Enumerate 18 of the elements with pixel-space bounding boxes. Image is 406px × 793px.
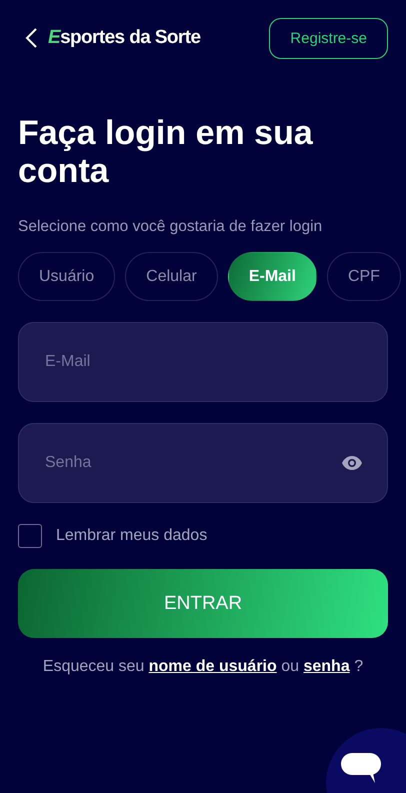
remember-label: Lembrar meus dados [56,527,208,545]
subtitle: Selecione como você gostaria de fazer login [18,218,324,236]
page-title: Faça login em sua conta [18,114,314,190]
password-link[interactable]: senha [303,658,350,675]
login-method-tab[interactable]: E-Mail [228,252,317,301]
username-link[interactable]: nome de usuário [148,658,277,675]
login-method-tab[interactable]: Usuário [18,252,116,301]
login-method-tab[interactable]: Celular [125,252,218,301]
eye-icon[interactable] [341,455,363,471]
login-method-tab[interactable]: CPF [326,252,401,301]
forgot-credentials-text: Esqueceu seu nome de usuário ou senha ? [42,658,364,676]
remember-checkbox[interactable] [18,524,42,548]
login-button[interactable]: ENTRAR [18,569,388,638]
password-field[interactable]: Senha [43,453,341,473]
back-icon[interactable] [24,27,38,49]
email-field[interactable]: E-Mail [43,352,363,372]
register-button[interactable]: Registre-se [269,18,388,58]
logo: Esportes da Sorte [48,27,202,49]
